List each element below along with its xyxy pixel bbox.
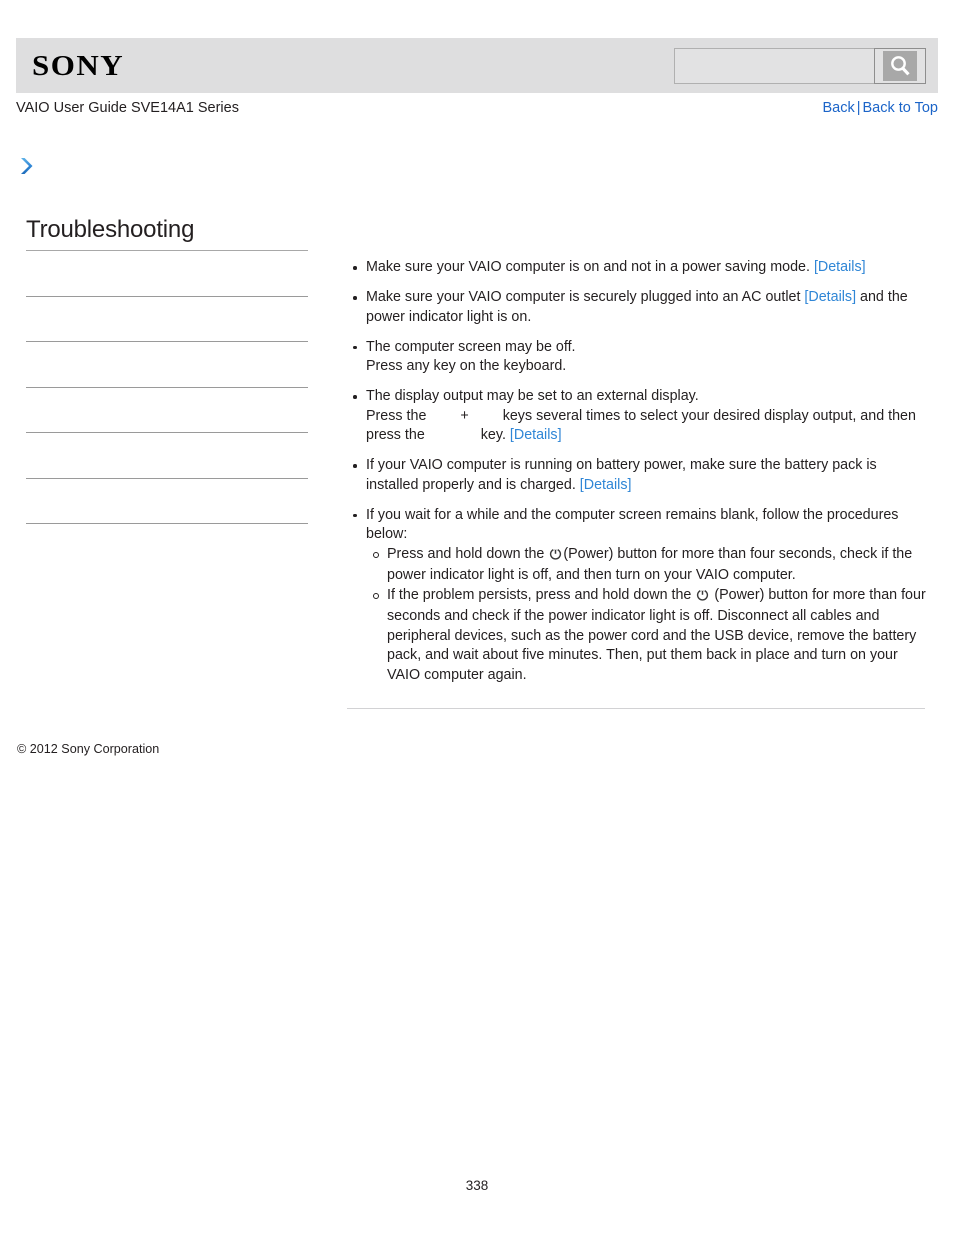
page-title: Troubleshooting [26, 216, 195, 243]
plus-sign: + [460, 407, 469, 424]
bullet-external-display: The display output may be set to an exte… [347, 387, 927, 446]
bullet-screen-off: The computer screen may be off. Press an… [347, 338, 927, 377]
bullet-battery-power: If your VAIO computer is running on batt… [347, 456, 927, 495]
sidebar-item[interactable] [26, 479, 308, 525]
back-to-top-link[interactable]: Back to Top [862, 100, 938, 116]
bullet-text: The computer screen may be off. [366, 338, 576, 355]
main-content: Make sure your VAIO computer is on and n… [347, 258, 927, 696]
bullet-ac-outlet: Make sure your VAIO computer is securely… [347, 288, 927, 327]
power-icon [696, 588, 709, 608]
subbullet-disconnect-and-reset: If the problem persists, press and hold … [366, 586, 927, 686]
bullet-text: Make sure your VAIO computer is securely… [366, 289, 805, 305]
copyright-notice: © 2012 Sony Corporation [17, 742, 160, 756]
chevron-right-icon [16, 155, 38, 177]
content-bottom-divider [347, 708, 925, 709]
subbullet-text-before: If the problem persists, press and hold … [387, 586, 696, 603]
nav-separator: | [856, 100, 861, 116]
sony-logo: SONY [32, 49, 125, 82]
details-link[interactable]: [Details] [814, 259, 866, 275]
subbullet-text-before: Press and hold down the [387, 545, 549, 562]
search-input[interactable] [674, 47, 874, 84]
press-the-label: Press the [366, 407, 431, 424]
details-link[interactable]: [Details] [510, 427, 562, 443]
keys-instruction-text: keys several times to select your desire… [366, 407, 916, 444]
procedure-sublist: Press and hold down the (Power) button f… [366, 545, 927, 686]
bullet-text-line2: Press the + keys several times to select… [366, 407, 927, 446]
search-icon [883, 50, 917, 81]
details-link[interactable]: [Details] [804, 289, 856, 305]
subbullet-hold-power-four-seconds: Press and hold down the (Power) button f… [366, 545, 927, 586]
sidebar-item[interactable] [26, 388, 308, 434]
key-label-text: key. [476, 427, 510, 443]
bullet-text-line2: Press any key on the keyboard. [366, 358, 567, 374]
bullet-power-saving-mode: Make sure your VAIO computer is on and n… [347, 258, 927, 278]
bullet-text: If you wait for a while and the computer… [366, 506, 899, 543]
guide-title: VAIO User Guide SVE14A1 Series [16, 100, 239, 116]
sidebar-item[interactable] [26, 342, 308, 388]
power-icon [549, 547, 562, 567]
sidebar-toc-list [26, 251, 308, 525]
troubleshooting-bullet-list: Make sure your VAIO computer is on and n… [347, 258, 927, 685]
header-nav-links: Back | Back to Top [822, 100, 938, 116]
subtitle-row: VAIO User Guide SVE14A1 Series Back | Back… [16, 100, 938, 122]
search-group [674, 47, 926, 84]
sidebar-item[interactable] [26, 297, 308, 343]
sidebar-item[interactable] [26, 251, 308, 297]
bullet-blank-screen-procedures: If you wait for a while and the computer… [347, 506, 927, 686]
page-number: 338 [465, 1178, 489, 1193]
site-header: SONY [16, 38, 938, 93]
back-link[interactable]: Back [822, 100, 854, 116]
details-link[interactable]: [Details] [580, 477, 632, 493]
search-button[interactable] [874, 47, 926, 84]
bullet-text: The display output may be set to an exte… [366, 388, 699, 404]
sidebar-item[interactable] [26, 433, 308, 479]
sidebar: Troubleshooting [16, 155, 308, 525]
bullet-text: Make sure your VAIO computer is on and n… [366, 259, 814, 275]
